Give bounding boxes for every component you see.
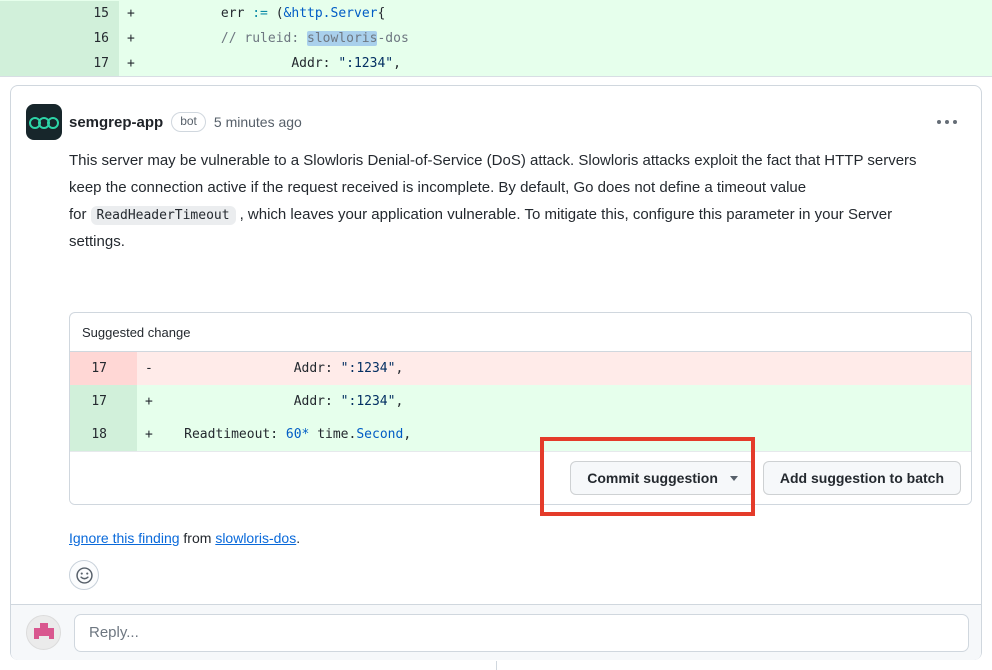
code-line: + Addr: ":1234", bbox=[137, 385, 403, 418]
commit-suggestion-button[interactable]: Commit suggestion bbox=[570, 461, 755, 495]
diff-line: 17- Addr: ":1234", bbox=[70, 352, 971, 385]
code-line: + err := (&http.Server{ bbox=[119, 1, 385, 26]
comment-body: This server may be vulnerable to a Slowl… bbox=[11, 140, 951, 255]
chevron-down-icon bbox=[730, 476, 738, 481]
add-to-batch-label: Add suggestion to batch bbox=[780, 470, 944, 486]
code-line: + Addr: ":1234", bbox=[119, 51, 401, 76]
semgrep-logo-ring bbox=[47, 117, 59, 129]
semgrep-bot-avatar[interactable] bbox=[26, 104, 62, 140]
suggested-change-title: Suggested change bbox=[70, 313, 971, 351]
line-number: 17 bbox=[70, 385, 137, 418]
line-number: 15 bbox=[0, 1, 119, 26]
diff-line: 17+ Addr: ":1234", bbox=[70, 385, 971, 418]
line-number: 17 bbox=[0, 51, 119, 76]
ignore-finding-link[interactable]: Ignore this finding bbox=[69, 530, 180, 546]
suggested-change-diff: 17- Addr: ":1234",17+ Addr: ":1234",18+ … bbox=[70, 351, 971, 451]
rule-link[interactable]: slowloris-dos bbox=[215, 530, 296, 546]
diff-column-divider bbox=[496, 661, 497, 670]
code-line: + Readtimeout: 60* time.Second, bbox=[137, 418, 411, 451]
kebab-menu-icon[interactable] bbox=[927, 114, 967, 130]
ignore-finding-line: Ignore this finding from slowloris-dos. bbox=[69, 530, 981, 546]
code-line: + // ruleid: slowloris-dos bbox=[119, 26, 409, 51]
line-number: 17 bbox=[70, 352, 137, 385]
suggestion-actions: Commit suggestion Add suggestion to batc… bbox=[70, 451, 971, 504]
user-avatar bbox=[26, 615, 61, 650]
review-comment-card: semgrep-app bot 5 minutes ago This serve… bbox=[10, 85, 982, 660]
reply-bar bbox=[11, 604, 981, 660]
diff-line: 18+ Readtimeout: 60* time.Second, bbox=[70, 418, 971, 451]
suggested-change-box: Suggested change 17- Addr: ":1234",17+ A… bbox=[69, 312, 972, 505]
smiley-icon bbox=[76, 567, 93, 584]
add-suggestion-to-batch-button[interactable]: Add suggestion to batch bbox=[763, 461, 961, 495]
comment-header: semgrep-app bot 5 minutes ago bbox=[11, 86, 981, 140]
period-text: . bbox=[296, 530, 300, 546]
add-reaction-button[interactable] bbox=[69, 560, 99, 590]
inline-code-span: ReadHeaderTimeout bbox=[91, 206, 236, 225]
diff-context-block: 15+ err := (&http.Server{16+ // ruleid: … bbox=[0, 0, 992, 77]
diff-line: 17+ Addr: ":1234", bbox=[0, 51, 992, 76]
code-line: - Addr: ":1234", bbox=[137, 352, 403, 385]
commit-suggestion-label: Commit suggestion bbox=[587, 470, 718, 486]
diff-line: 16+ // ruleid: slowloris-dos bbox=[0, 26, 992, 51]
timestamp[interactable]: 5 minutes ago bbox=[214, 114, 302, 130]
reply-input[interactable] bbox=[74, 614, 969, 652]
from-text: from bbox=[180, 530, 216, 546]
diff-line: 15+ err := (&http.Server{ bbox=[0, 1, 992, 26]
line-number: 16 bbox=[0, 26, 119, 51]
author-name[interactable]: semgrep-app bbox=[69, 114, 163, 131]
line-number: 18 bbox=[70, 418, 137, 451]
bot-badge: bot bbox=[171, 112, 206, 132]
